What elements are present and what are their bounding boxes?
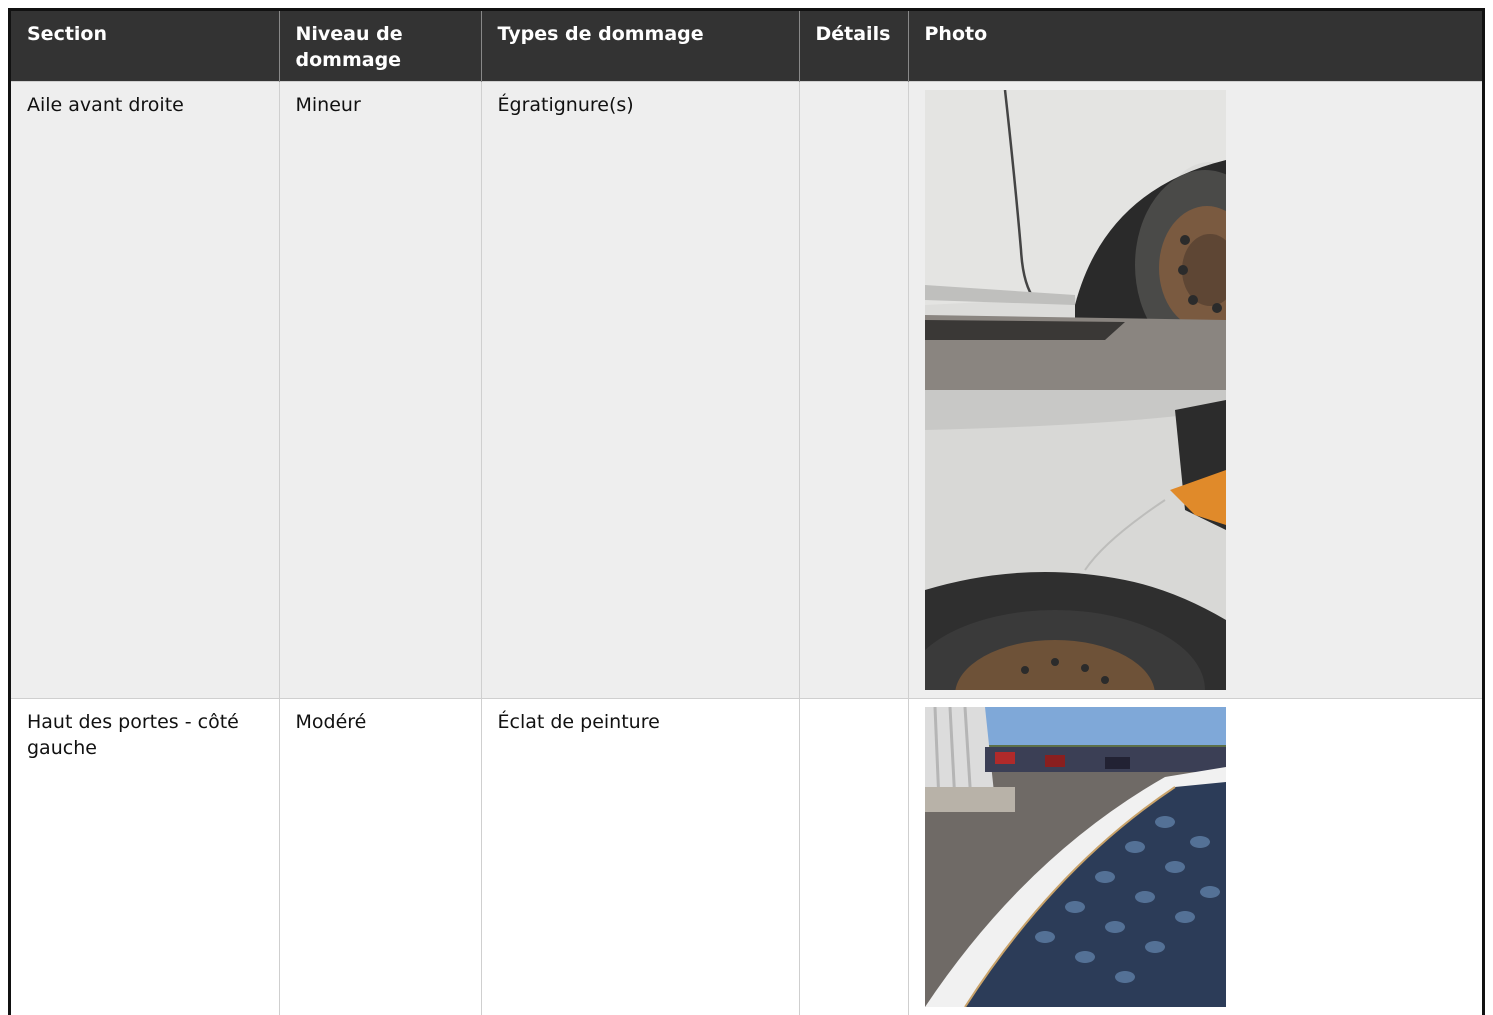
photo-left-roof-edge[interactable]	[924, 707, 1226, 1007]
cell-level: Modéré	[278, 698, 481, 1015]
cell-photos	[907, 81, 1482, 699]
header-details: Détails	[798, 11, 908, 82]
cell-level: Mineur	[278, 81, 481, 699]
table-row: Haut des portes - côté gauche Modéré Écl…	[11, 698, 1482, 1015]
header-level: Niveau de dommage	[278, 11, 481, 82]
cell-types: Égratignure(s)	[480, 81, 799, 699]
cell-details	[798, 698, 908, 1015]
header-photo: Photo	[907, 11, 1482, 82]
header-section: Section	[11, 11, 279, 82]
table-header-row: Section Niveau de dommage Types de domma…	[11, 11, 1482, 82]
header-types: Types de dommage	[480, 11, 799, 82]
cell-photos	[907, 698, 1482, 1015]
photo-front-right-wheel-arch[interactable]	[924, 90, 1226, 390]
photo-front-right-fender[interactable]	[924, 390, 1226, 690]
cell-details	[798, 81, 908, 699]
cell-types: Éclat de peinture	[480, 698, 799, 1015]
cell-section: Haut des portes - côté gauche	[11, 698, 279, 1015]
damage-report-table-frame: Section Niveau de dommage Types de domma…	[8, 8, 1485, 1015]
table-row: Aile avant droite Mineur Égratignure(s)	[11, 81, 1482, 699]
cell-section: Aile avant droite	[11, 81, 279, 699]
damage-report-table: Section Niveau de dommage Types de domma…	[11, 11, 1482, 1015]
